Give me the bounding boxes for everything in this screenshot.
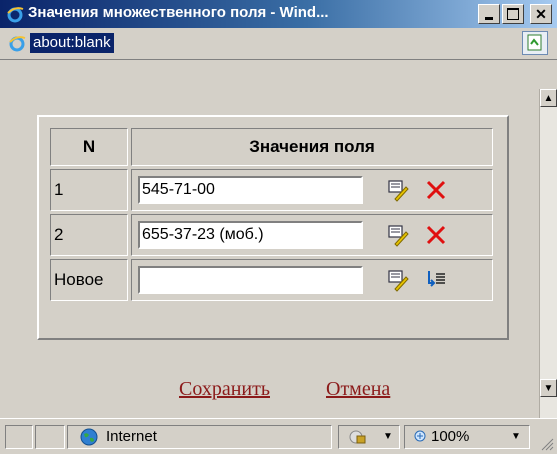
address-bar: about:blank	[0, 28, 557, 60]
title-bar: Значения множественного поля - Wind... ✕	[0, 0, 557, 28]
vertical-scrollbar[interactable]: ▲ ▼	[539, 89, 557, 418]
zone-label: Internet	[106, 428, 157, 445]
row-number: 1	[50, 169, 128, 211]
page-icon	[9, 36, 26, 52]
edit-icon[interactable]	[386, 223, 410, 247]
delete-icon[interactable]	[424, 223, 448, 247]
window-title: Значения множественного поля - Wind...	[28, 4, 329, 21]
globe-icon	[80, 428, 98, 446]
chevron-down-icon: ▼	[383, 431, 393, 442]
close-icon: ✕	[535, 6, 547, 22]
save-link[interactable]: Сохранить	[179, 378, 270, 401]
ie-icon	[7, 7, 24, 23]
column-header-values: Значения поля	[131, 128, 493, 166]
table-row: Новое	[50, 259, 493, 301]
new-value-input[interactable]	[138, 266, 363, 294]
go-button[interactable]	[522, 31, 548, 55]
insert-icon[interactable]	[424, 268, 448, 292]
chevron-down-icon: ▼	[511, 431, 521, 442]
status-bar: Internet ▼ 100% ▼	[0, 418, 557, 454]
arrow-up-icon: ▲	[543, 92, 554, 104]
status-pane-empty	[35, 425, 65, 449]
arrow-down-icon: ▼	[543, 382, 554, 394]
page-refresh-icon	[527, 34, 542, 51]
row-number: Новое	[50, 259, 128, 301]
close-button[interactable]: ✕	[530, 4, 552, 24]
zoom-icon	[414, 430, 426, 442]
row-number: 2	[50, 214, 128, 256]
address-url[interactable]: about:blank	[30, 33, 114, 53]
value-input[interactable]: 545-71-00	[138, 176, 363, 204]
values-table: N Значения поля 1 545-71-00 2 655-37-23 …	[47, 125, 496, 304]
scroll-down-button[interactable]: ▼	[540, 379, 557, 397]
zone-pane: Internet	[67, 425, 332, 449]
edit-icon[interactable]	[386, 178, 410, 202]
minimize-button[interactable]	[478, 4, 500, 24]
delete-icon[interactable]	[424, 178, 448, 202]
status-pane-empty	[5, 425, 33, 449]
scroll-up-button[interactable]: ▲	[540, 89, 557, 107]
value-input[interactable]: 655-37-23 (моб.)	[138, 221, 363, 249]
resize-grip-icon[interactable]	[540, 437, 554, 451]
zoom-pane[interactable]: 100% ▼	[404, 425, 530, 449]
column-header-n: N	[50, 128, 128, 166]
values-table-frame: N Значения поля 1 545-71-00 2 655-37-23 …	[37, 115, 509, 340]
cancel-link[interactable]: Отмена	[326, 378, 390, 401]
table-row: 2 655-37-23 (моб.)	[50, 214, 493, 256]
maximize-icon	[507, 8, 519, 20]
minimize-icon	[485, 16, 493, 20]
lock-icon	[349, 430, 366, 444]
maximize-button[interactable]	[502, 4, 524, 24]
table-row: 1 545-71-00	[50, 169, 493, 211]
zoom-level: 100%	[431, 428, 470, 445]
edit-icon[interactable]	[386, 268, 410, 292]
security-pane[interactable]: ▼	[338, 425, 400, 449]
